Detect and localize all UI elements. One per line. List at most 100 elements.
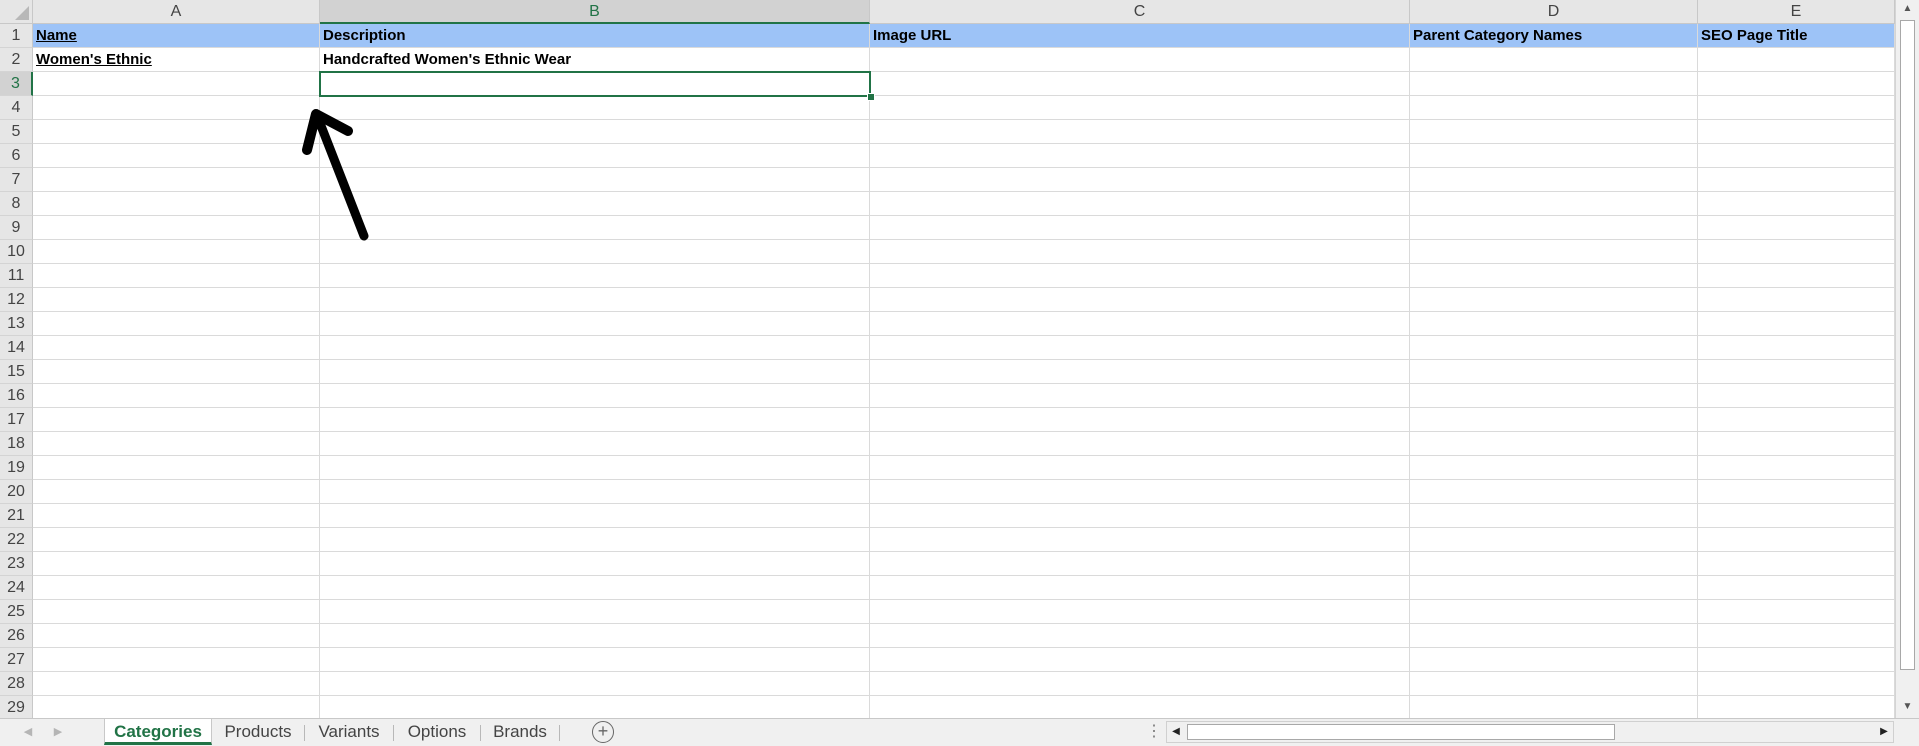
row-header-12[interactable]: 12 [0,288,33,312]
cell-a19[interactable] [33,456,320,480]
cell-b29[interactable] [320,696,870,720]
cell-a3[interactable] [33,72,320,96]
row-header-26[interactable]: 26 [0,624,33,648]
cell-e5[interactable] [1698,120,1895,144]
cell-e22[interactable] [1698,528,1895,552]
cell-c27[interactable] [870,648,1410,672]
cell-e9[interactable] [1698,216,1895,240]
cell-d11[interactable] [1410,264,1698,288]
cell-b11[interactable] [320,264,870,288]
cell-c2[interactable] [870,48,1410,72]
cell-b23[interactable] [320,552,870,576]
cell-e1[interactable]: SEO Page Title [1698,24,1895,48]
column-header-d[interactable]: D [1410,0,1698,24]
cell-c12[interactable] [870,288,1410,312]
cell-e26[interactable] [1698,624,1895,648]
cell-c23[interactable] [870,552,1410,576]
select-all-button[interactable] [0,0,33,24]
cell-a10[interactable] [33,240,320,264]
cell-e19[interactable] [1698,456,1895,480]
scroll-down-icon[interactable]: ▼ [1896,698,1919,716]
cell-a6[interactable] [33,144,320,168]
cell-d27[interactable] [1410,648,1698,672]
cell-b25[interactable] [320,600,870,624]
cell-d3[interactable] [1410,72,1698,96]
cell-d16[interactable] [1410,384,1698,408]
cell-a17[interactable] [33,408,320,432]
cell-e14[interactable] [1698,336,1895,360]
cell-d14[interactable] [1410,336,1698,360]
cell-b22[interactable] [320,528,870,552]
cell-b1[interactable]: Description [320,24,870,48]
cell-c18[interactable] [870,432,1410,456]
cell-d24[interactable] [1410,576,1698,600]
cell-e7[interactable] [1698,168,1895,192]
row-header-3[interactable]: 3 [0,72,33,96]
cell-b3[interactable] [320,72,870,96]
cell-d13[interactable] [1410,312,1698,336]
cell-e3[interactable] [1698,72,1895,96]
row-header-29[interactable]: 29 [0,696,33,720]
cell-b14[interactable] [320,336,870,360]
add-sheet-icon[interactable]: + [592,721,614,743]
cell-a7[interactable] [33,168,320,192]
cell-a20[interactable] [33,480,320,504]
cell-d7[interactable] [1410,168,1698,192]
cell-c7[interactable] [870,168,1410,192]
cell-d10[interactable] [1410,240,1698,264]
cell-e6[interactable] [1698,144,1895,168]
cell-a12[interactable] [33,288,320,312]
cell-c21[interactable] [870,504,1410,528]
cell-e13[interactable] [1698,312,1895,336]
cell-a25[interactable] [33,600,320,624]
vertical-scrollbar[interactable]: ▲ ▼ [1895,0,1919,718]
cell-b15[interactable] [320,360,870,384]
cell-e25[interactable] [1698,600,1895,624]
cell-b20[interactable] [320,480,870,504]
sheet-tab-brands[interactable]: Brands [481,719,559,745]
cell-c24[interactable] [870,576,1410,600]
cell-e17[interactable] [1698,408,1895,432]
cell-c4[interactable] [870,96,1410,120]
horizontal-scroll-thumb[interactable] [1187,724,1615,740]
vertical-scroll-thumb[interactable] [1900,20,1915,670]
cell-b26[interactable] [320,624,870,648]
cell-e2[interactable] [1698,48,1895,72]
cell-b16[interactable] [320,384,870,408]
cell-d21[interactable] [1410,504,1698,528]
cell-e8[interactable] [1698,192,1895,216]
cell-e16[interactable] [1698,384,1895,408]
cell-b5[interactable] [320,120,870,144]
cell-b21[interactable] [320,504,870,528]
row-header-14[interactable]: 14 [0,336,33,360]
cell-a11[interactable] [33,264,320,288]
cell-c20[interactable] [870,480,1410,504]
row-header-5[interactable]: 5 [0,120,33,144]
cell-a21[interactable] [33,504,320,528]
cell-c10[interactable] [870,240,1410,264]
cell-b12[interactable] [320,288,870,312]
cell-d26[interactable] [1410,624,1698,648]
cell-d28[interactable] [1410,672,1698,696]
cell-b17[interactable] [320,408,870,432]
row-header-17[interactable]: 17 [0,408,33,432]
cell-e28[interactable] [1698,672,1895,696]
cell-c8[interactable] [870,192,1410,216]
cell-d15[interactable] [1410,360,1698,384]
cell-d1[interactable]: Parent Category Names [1410,24,1698,48]
cell-a22[interactable] [33,528,320,552]
row-header-28[interactable]: 28 [0,672,33,696]
row-header-11[interactable]: 11 [0,264,33,288]
cell-d22[interactable] [1410,528,1698,552]
horizontal-scrollbar[interactable]: ◀ ▶ [1166,721,1894,743]
cell-d20[interactable] [1410,480,1698,504]
sheet-tab-products[interactable]: Products [212,719,304,745]
cell-b24[interactable] [320,576,870,600]
cell-d12[interactable] [1410,288,1698,312]
row-header-2[interactable]: 2 [0,48,33,72]
cell-a13[interactable] [33,312,320,336]
cell-c13[interactable] [870,312,1410,336]
cell-e27[interactable] [1698,648,1895,672]
tab-split-handle-icon[interactable]: ⋮ [1146,723,1162,741]
cell-e10[interactable] [1698,240,1895,264]
